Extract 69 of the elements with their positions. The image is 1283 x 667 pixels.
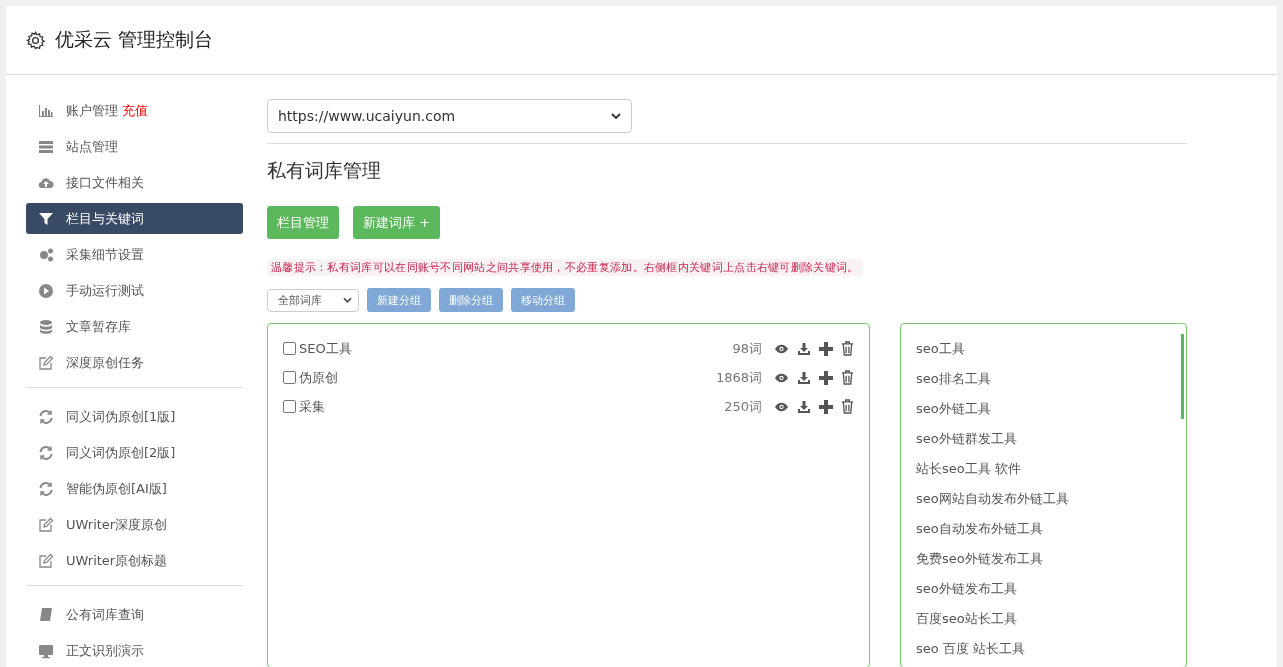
plus-icon[interactable] — [819, 370, 833, 385]
checkbox[interactable] — [283, 400, 296, 413]
keyword-item[interactable]: 免费seo外链发布工具 — [916, 544, 1171, 574]
eye-icon[interactable] — [774, 372, 789, 383]
word-count: 1868词 — [715, 368, 762, 387]
library-name: 伪原创 — [299, 368, 338, 387]
edit-icon — [38, 552, 54, 569]
keyword-item[interactable]: seo排名工具 — [916, 364, 1171, 394]
library-name: SEO工具 — [299, 339, 352, 358]
trash-icon[interactable] — [841, 399, 854, 414]
monitor-icon — [38, 642, 54, 659]
download-icon[interactable] — [797, 399, 811, 414]
recharge-link[interactable]: 充值 — [122, 101, 148, 120]
database-icon — [38, 318, 54, 335]
chevron-down-icon — [611, 113, 621, 119]
sidebar-item[interactable]: 接口文件相关 — [26, 167, 243, 198]
scrollbar-thumb[interactable] — [1181, 334, 1184, 419]
refresh-icon — [38, 408, 54, 425]
sidebar-item[interactable]: 手动运行测试 — [26, 275, 243, 306]
keyword-item[interactable]: seo外链发布工具 — [916, 574, 1171, 604]
eye-icon[interactable] — [774, 401, 789, 412]
site-select[interactable]: https://www.ucaiyun.com — [267, 99, 632, 133]
edit-icon — [38, 354, 54, 371]
keyword-item[interactable]: seo自动发布外链工具 — [916, 514, 1171, 544]
sidebar-item[interactable]: 智能伪原创[AI版] — [26, 473, 243, 504]
trash-icon[interactable] — [841, 341, 854, 356]
keyword-item[interactable]: seo 百度 站长工具 — [916, 634, 1171, 664]
sidebar-item[interactable]: 同义词伪原创[2版] — [26, 437, 243, 468]
chevron-down-icon — [343, 297, 352, 303]
keyword-item[interactable]: 站长seo工具 软件 — [916, 454, 1171, 484]
keyword-item[interactable]: 百度seo站长工具 — [916, 604, 1171, 634]
keyword-item[interactable]: seo外链群发工具 — [916, 424, 1171, 454]
word-count: 250词 — [724, 397, 762, 416]
eye-icon[interactable] — [774, 343, 789, 354]
sidebar-item[interactable]: 同义词伪原创[1版] — [26, 401, 243, 432]
filter-icon — [38, 210, 54, 227]
keyword-item[interactable]: seo外链工具 — [916, 394, 1171, 424]
sidebar-item[interactable]: 采集细节设置 — [26, 239, 243, 270]
keyword-item[interactable]: seo工具 — [916, 334, 1171, 364]
page-heading: 私有词库管理 — [267, 158, 382, 183]
word-count: 98词 — [732, 339, 762, 358]
tip-text: 温馨提示：私有词库可以在同账号不同网站之间共享使用，不必重复添加。右侧框内关键词上点击右键可删除关键词。 — [267, 259, 863, 276]
sidebar-item[interactable]: 深度原创任务 — [26, 347, 243, 378]
trash-icon[interactable] — [841, 370, 854, 385]
console-title: 优采云 管理控制台 — [55, 27, 214, 52]
settings-icon — [26, 30, 45, 50]
play-icon — [38, 282, 54, 299]
download-icon[interactable] — [797, 370, 811, 385]
server-icon — [38, 138, 54, 155]
group-select[interactable]: 全部词库 — [267, 288, 359, 312]
library-name: 采集 — [299, 397, 325, 416]
sidebar-item[interactable]: 账户管理 充值 — [26, 95, 243, 126]
download-icon[interactable] — [797, 341, 811, 356]
sidebar-item[interactable]: 公有词库查询 — [26, 599, 243, 630]
refresh-icon — [38, 444, 54, 461]
keyword-item[interactable]: seo网站自动发布外链工具 — [916, 484, 1171, 514]
sidebar-item[interactable]: 站点管理 — [26, 131, 243, 162]
bar-chart-icon — [38, 102, 54, 119]
checkbox[interactable] — [283, 371, 296, 384]
edit-icon — [38, 516, 54, 533]
plus-icon[interactable] — [819, 341, 833, 356]
sidebar-item[interactable]: 栏目与关键词 — [26, 203, 243, 234]
plus-icon[interactable] — [819, 399, 833, 414]
refresh-icon — [38, 480, 54, 497]
checkbox[interactable] — [283, 342, 296, 355]
sidebar-item[interactable]: UWriter深度原创 — [26, 509, 243, 540]
sidebar-item[interactable]: UWriter原创标题 — [26, 545, 243, 576]
sidebar-item[interactable]: 文章暂存库 — [26, 311, 243, 342]
sidebar-item[interactable]: 正文识别演示 — [26, 635, 243, 666]
